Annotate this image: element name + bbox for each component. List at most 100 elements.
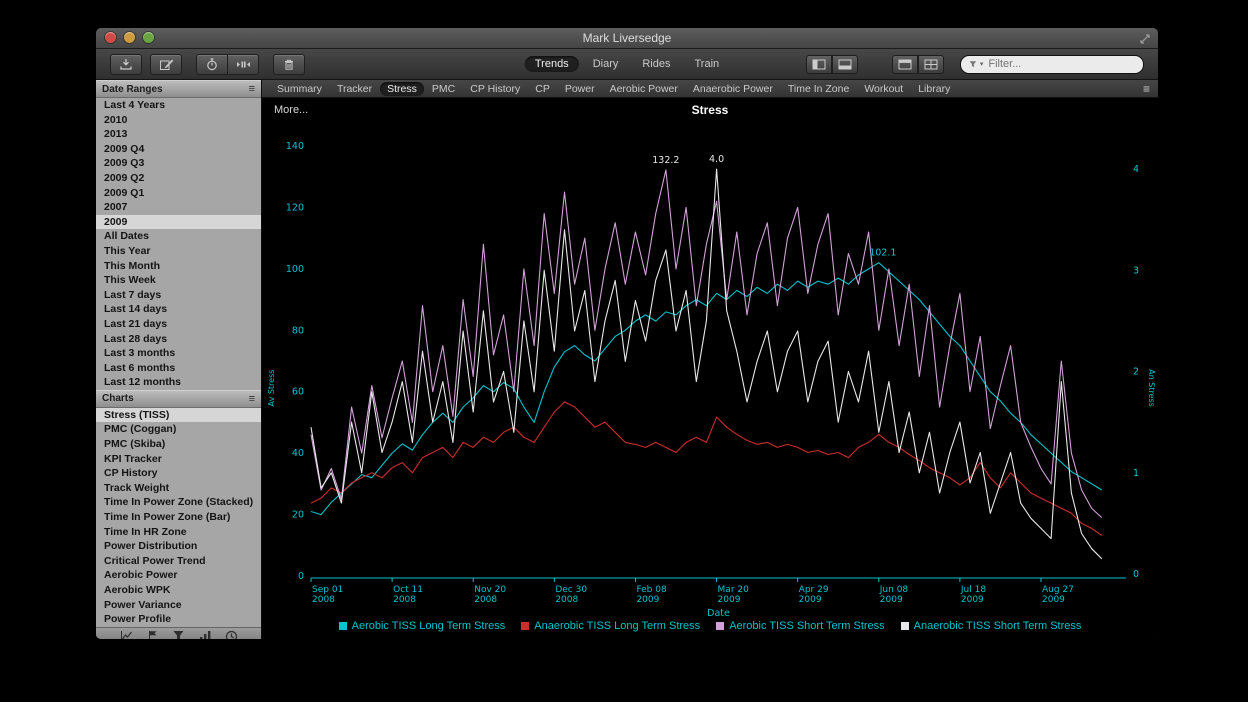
annotation-102-1: 102.1 — [869, 248, 896, 259]
minimize-button[interactable] — [124, 32, 135, 43]
maximize-button[interactable] — [143, 32, 154, 43]
tab-time-in-zone[interactable]: Time In Zone — [781, 82, 856, 96]
sidebar-item-last-14-days[interactable]: Last 14 days — [96, 302, 261, 317]
fullscreen-icon[interactable] — [1139, 32, 1151, 50]
view-tab-rides[interactable]: Rides — [632, 56, 680, 72]
more-link[interactable]: More... — [274, 104, 308, 116]
trash-icon — [282, 58, 296, 71]
toolbar-right-group: ▾ — [806, 55, 1144, 74]
sidebar-chart-power-variance[interactable]: Power Variance — [96, 598, 261, 613]
tab-workout[interactable]: Workout — [857, 82, 910, 96]
sidebar-item-last-7-days[interactable]: Last 7 days — [96, 288, 261, 303]
sidebar-chart-time-in-hr-zone[interactable]: Time In HR Zone — [96, 525, 261, 540]
stats-icon[interactable] — [198, 630, 212, 639]
compose-button[interactable] — [150, 54, 182, 75]
tab-summary[interactable]: Summary — [270, 82, 329, 96]
filter-field[interactable]: ▾ — [960, 55, 1144, 74]
columns-view-button[interactable] — [918, 55, 944, 74]
tiled-view-button[interactable] — [892, 55, 918, 74]
x-tick-label: Sep 012008 — [312, 585, 343, 605]
clock-icon[interactable] — [225, 630, 238, 639]
tab-pmc[interactable]: PMC — [425, 82, 462, 96]
tab-stress[interactable]: Stress — [380, 82, 424, 96]
flag-icon[interactable] — [147, 630, 159, 639]
sidebar-chart-kpi-tracker[interactable]: KPI Tracker — [96, 452, 261, 467]
y-right-tick-label: 1 — [1133, 468, 1139, 479]
sidebar-item-this-year[interactable]: This Year — [96, 244, 261, 259]
stress-chart-svg: Sep 012008Oct 112008Nov 202008Dec 302008… — [262, 98, 1158, 639]
intervals-button[interactable] — [228, 54, 259, 75]
compose-icon — [159, 58, 174, 71]
y-right-tick-label: 4 — [1133, 164, 1139, 175]
charts-menu-icon[interactable]: ≡ — [249, 393, 255, 405]
view-tab-trends[interactable]: Trends — [525, 56, 579, 72]
stopwatch-button[interactable] — [196, 54, 228, 75]
tiled-view-icon — [898, 59, 912, 70]
close-button[interactable] — [105, 32, 116, 43]
y-left-tick-label: 60 — [292, 387, 304, 398]
trash-button[interactable] — [273, 54, 305, 75]
sidebar-item-this-month[interactable]: This Month — [96, 259, 261, 274]
titlebar[interactable]: Mark Liversedge — [96, 28, 1158, 49]
stopwatch-icon — [205, 58, 219, 71]
sidebar-item-2009-q3[interactable]: 2009 Q3 — [96, 156, 261, 171]
sidebar-chart-pmc-coggan[interactable]: PMC (Coggan) — [96, 422, 261, 437]
sidebar-item-this-week[interactable]: This Week — [96, 273, 261, 288]
sidebar-chart-aerobic-power[interactable]: Aerobic Power — [96, 568, 261, 583]
date-ranges-list: Last 4 Years201020132009 Q42009 Q32009 Q… — [96, 98, 261, 390]
lowbar-panel-icon — [838, 59, 852, 70]
sidebar-item-2009[interactable]: 2009 — [96, 215, 261, 230]
sidebar-chart-stress-tiss[interactable]: Stress (TISS) — [96, 408, 261, 423]
chart-legend: Aerobic TISS Long Term StressAnaerobic T… — [262, 620, 1158, 632]
tab-tracker[interactable]: Tracker — [330, 82, 379, 96]
date-ranges-menu-icon[interactable]: ≡ — [249, 83, 255, 95]
tab-power[interactable]: Power — [558, 82, 602, 96]
sidebar-item-2009-q4[interactable]: 2009 Q4 — [96, 142, 261, 157]
sidebar-chart-time-in-power-zone-bar[interactable]: Time In Power Zone (Bar) — [96, 510, 261, 525]
filter-tool-icon[interactable] — [172, 630, 185, 639]
tab-anaerobic-power[interactable]: Anaerobic Power — [686, 82, 780, 96]
sidebar-item-last-3-months[interactable]: Last 3 months — [96, 346, 261, 361]
filter-input[interactable] — [986, 57, 1135, 71]
sidebar-item-2010[interactable]: 2010 — [96, 113, 261, 128]
y-left-tick-label: 40 — [292, 448, 304, 459]
window-content: Date Ranges ≡ Last 4 Years201020132009 Q… — [96, 80, 1158, 639]
sidebar-chart-power-profile[interactable]: Power Profile — [96, 612, 261, 627]
sidebar-chart-time-in-power-zone-stacked[interactable]: Time In Power Zone (Stacked) — [96, 495, 261, 510]
sidebar-chart-track-weight[interactable]: Track Weight — [96, 481, 261, 496]
sidebar-item-all-dates[interactable]: All Dates — [96, 229, 261, 244]
tab-aerobic-power[interactable]: Aerobic Power — [603, 82, 685, 96]
tab-library[interactable]: Library — [911, 82, 957, 96]
window-title: Mark Liversedge — [96, 31, 1158, 45]
sidebar-chart-power-distribution[interactable]: Power Distribution — [96, 539, 261, 554]
sidebar-item-2007[interactable]: 2007 — [96, 200, 261, 215]
sidebar-item-2009-q1[interactable]: 2009 Q1 — [96, 186, 261, 201]
sidebar-item-last-4-years[interactable]: Last 4 Years — [96, 98, 261, 113]
x-tick-label: Dec 302008 — [555, 585, 587, 605]
download-button[interactable] — [110, 54, 142, 75]
legend-item-aerobic-tiss-short-term-stress: Aerobic TISS Short Term Stress — [716, 620, 884, 632]
sidebar-item-2013[interactable]: 2013 — [96, 127, 261, 142]
sidebar-item-last-28-days[interactable]: Last 28 days — [96, 332, 261, 347]
sidebar-item-last-6-months[interactable]: Last 6 months — [96, 361, 261, 376]
sidebar-chart-cp-history[interactable]: CP History — [96, 466, 261, 481]
sidebar-chart-critical-power-trend[interactable]: Critical Power Trend — [96, 554, 261, 569]
sidebar-chart-aerobic-wpk[interactable]: Aerobic WPK — [96, 583, 261, 598]
sidebar-item-2009-q2[interactable]: 2009 Q2 — [96, 171, 261, 186]
chart-tool-icon[interactable] — [120, 630, 134, 639]
view-tab-diary[interactable]: Diary — [583, 56, 629, 72]
tabbar-menu-icon[interactable]: ≡ — [1143, 82, 1150, 96]
sidebar-toggle-button[interactable] — [806, 55, 832, 74]
legend-swatch-icon — [901, 622, 909, 630]
x-tick-label: Jun 082009 — [879, 585, 909, 605]
sidebar-item-last-12-months[interactable]: Last 12 months — [96, 375, 261, 390]
tab-cp-history[interactable]: CP History — [463, 82, 527, 96]
sidebar-chart-pmc-skiba[interactable]: PMC (Skiba) — [96, 437, 261, 452]
legend-label: Aerobic TISS Short Term Stress — [729, 620, 884, 632]
tab-cp[interactable]: CP — [528, 82, 557, 96]
lowbar-toggle-button[interactable] — [832, 55, 858, 74]
sidebar-item-last-21-days[interactable]: Last 21 days — [96, 317, 261, 332]
view-switcher: TrendsDiaryRidesTrain — [525, 56, 729, 72]
charts-list: Stress (TISS)PMC (Coggan)PMC (Skiba)KPI … — [96, 408, 261, 627]
view-tab-train[interactable]: Train — [684, 56, 729, 72]
